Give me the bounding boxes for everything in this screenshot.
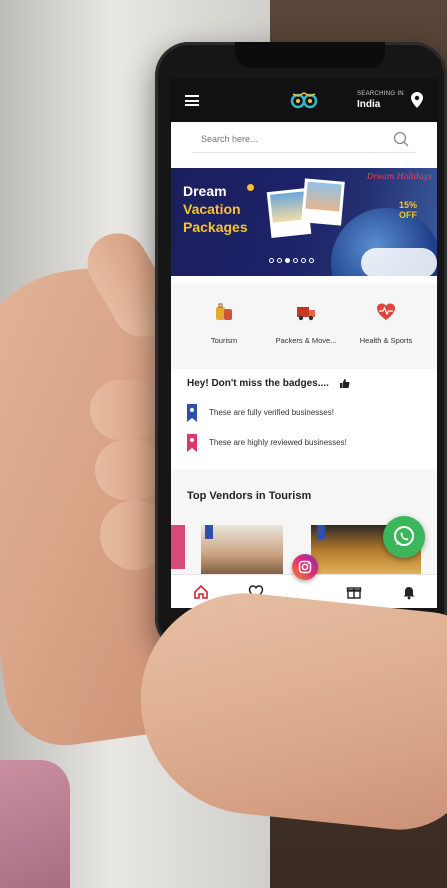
badges-title: Hey! Don't miss the badges.... [187, 378, 329, 389]
banner-script-text: Dream Holidays [367, 172, 433, 181]
finger [90, 380, 160, 440]
verified-tag [317, 525, 325, 539]
thumbs-up-icon [340, 379, 350, 388]
offer-off: OFF [399, 210, 417, 220]
search-bar [193, 127, 415, 153]
carousel-dot[interactable] [269, 258, 274, 263]
banner-fine-print [183, 246, 245, 260]
category-tourism[interactable]: Tourism [181, 301, 267, 345]
vendor-card-edge[interactable] [171, 525, 185, 569]
carousel-dot[interactable] [309, 258, 314, 263]
search-input[interactable] [193, 127, 373, 151]
category-label: Packers & Move... [275, 336, 337, 345]
badge-row-verified: These are fully verified businesses! [187, 404, 427, 424]
category-label: Health & Sports [359, 336, 413, 345]
offer-badge: 15% OFF [399, 200, 417, 220]
family-photo [301, 178, 345, 226]
vendor-card[interactable] [201, 525, 283, 575]
luggage-icon [216, 303, 232, 320]
carousel-dot[interactable] [277, 258, 282, 263]
gift-icon[interactable] [346, 584, 362, 600]
search-icon[interactable] [393, 131, 409, 147]
home-icon[interactable] [193, 584, 209, 600]
truck-icon [297, 307, 315, 321]
verified-ribbon-icon [187, 404, 197, 422]
carousel-dots [269, 258, 314, 263]
category-label: Tourism [210, 336, 238, 345]
verified-tag [205, 525, 213, 539]
carousel-dot[interactable] [301, 258, 306, 263]
instagram-button[interactable] [292, 554, 318, 580]
instagram-icon [298, 560, 312, 574]
sleeve [0, 760, 70, 888]
menu-icon[interactable] [185, 95, 199, 106]
banner-title: Dream Vacation Packages [183, 182, 273, 236]
carousel-dot[interactable] [293, 258, 298, 263]
banner-title-line: Vacation [183, 201, 241, 217]
phone-notch [235, 42, 385, 68]
location-pin-icon[interactable] [411, 92, 423, 108]
banner-title-line: Packages [183, 219, 248, 235]
cloud-image [361, 248, 437, 276]
whatsapp-button[interactable] [383, 516, 425, 558]
carousel-dot-active[interactable] [285, 258, 290, 263]
country-selector[interactable]: India [357, 99, 380, 110]
promo-banner[interactable]: Dream Vacation Packages Dream Holidays 1… [171, 168, 437, 276]
category-packers-movers[interactable]: Packers & Move... [263, 301, 349, 345]
phone-screen: SEARCHING IN India Dream Vacation Packag… [171, 78, 437, 608]
badge-text: These are highly reviewed businesses! [209, 438, 347, 447]
category-health-sports[interactable]: Health & Sports [343, 301, 429, 345]
badge-row-reviewed: These are highly reviewed businesses! [187, 434, 427, 454]
badge-text: These are fully verified businesses! [209, 408, 334, 417]
heart-icon [377, 303, 395, 320]
offer-percent: 15% [399, 200, 418, 210]
badges-section: Hey! Don't miss the badges.... These are… [171, 369, 437, 469]
whatsapp-icon [394, 526, 414, 546]
banner-dot [247, 184, 254, 191]
banner-title-line: Dream [183, 183, 227, 199]
notifications-bell-icon[interactable] [401, 584, 417, 600]
vendors-title: Top Vendors in Tourism [187, 490, 312, 502]
app-topbar: SEARCHING IN India [171, 78, 437, 122]
reviewed-ribbon-icon [187, 434, 197, 452]
app-logo [290, 92, 318, 109]
searching-in-label: SEARCHING IN [357, 91, 404, 97]
category-row: Tourism Packers & Move... Health & Sport… [171, 283, 437, 369]
